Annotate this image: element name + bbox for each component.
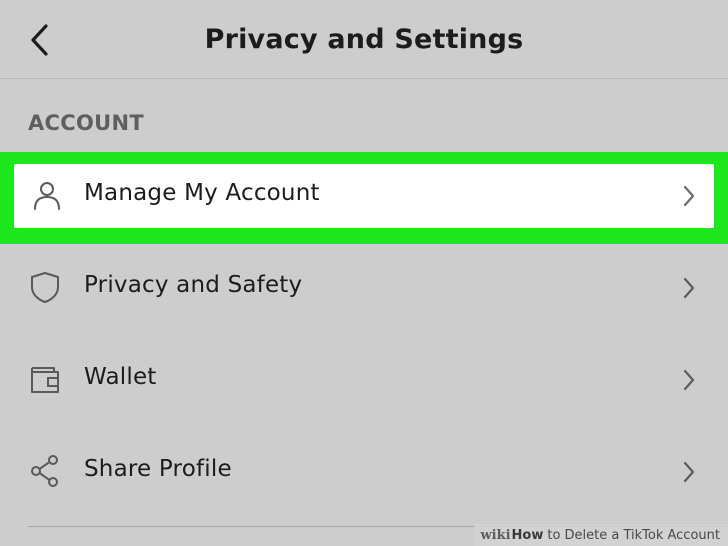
person-icon [34,182,60,210]
menu-item-label: Privacy and Safety [84,272,303,298]
chevron-right-icon [683,369,695,391]
section-header-account: ACCOUNT [28,111,144,135]
menu-item-label: Share Profile [84,456,232,482]
shield-icon [31,272,59,303]
menu-item-manage-my-account[interactable]: Manage My Account [14,164,714,228]
share-icon [31,455,58,487]
menu-item-privacy-and-safety[interactable]: Privacy and Safety [0,246,728,326]
menu-item-label: Manage My Account [84,180,320,206]
page-title: Privacy and Settings [204,24,524,55]
watermark-text: to Delete a TikTok Account [547,527,720,543]
navigation-bar: Privacy and Settings [0,0,728,79]
chevron-right-icon [683,185,695,207]
screen: Privacy and Settings ACCOUNT Manage My A… [0,0,728,546]
chevron-right-icon [683,277,695,299]
watermark-how: How [511,527,544,543]
wallet-icon [31,367,59,393]
menu-item-share-profile[interactable]: Share Profile [0,430,728,510]
chevron-right-icon [683,461,695,483]
watermark: wiki How to Delete a TikTok Account [474,524,728,546]
menu-item-wallet[interactable]: Wallet [0,338,728,418]
watermark-brand: wiki [480,527,511,543]
menu-item-label: Wallet [84,364,157,390]
